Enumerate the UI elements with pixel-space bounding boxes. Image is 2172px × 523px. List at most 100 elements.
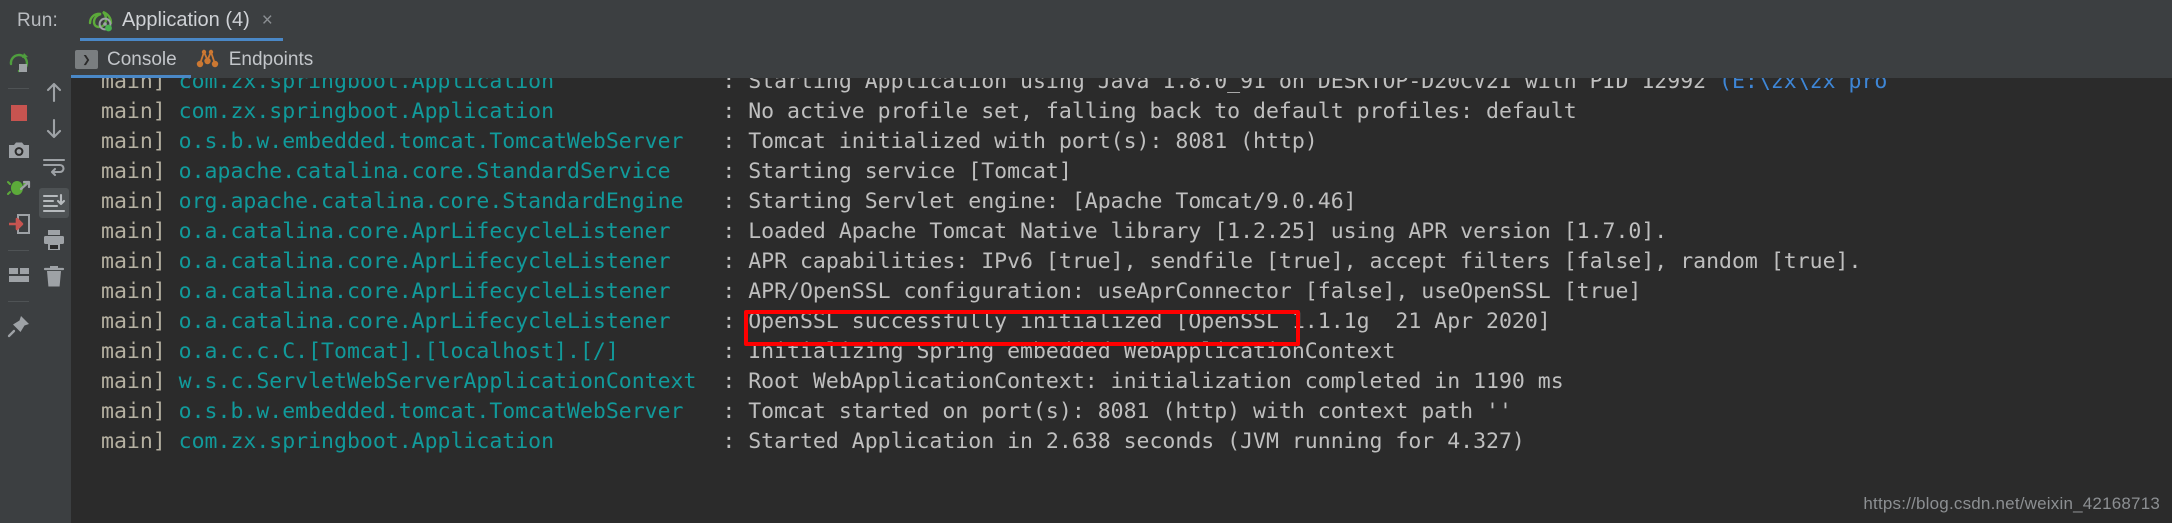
log-thread: main] bbox=[101, 279, 179, 304]
log-line: main] w.s.c.ServletWebServerApplicationC… bbox=[71, 367, 2172, 397]
console-actions-toolbar bbox=[37, 69, 71, 523]
log-thread: main] bbox=[101, 189, 179, 214]
soft-wrap-button[interactable] bbox=[39, 151, 69, 181]
log-message: : Initializing Spring embedded WebApplic… bbox=[722, 339, 1396, 364]
close-icon[interactable]: × bbox=[262, 11, 273, 30]
log-file-path[interactable]: (E:\zx\zx pro bbox=[1719, 78, 1887, 94]
log-thread: main] bbox=[101, 78, 179, 94]
run-actions-toolbar bbox=[0, 41, 37, 523]
log-line: main] o.s.b.w.embedded.tomcat.TomcatWebS… bbox=[71, 397, 2172, 427]
log-logger: o.a.catalina.core.AprLifecycleListener bbox=[178, 309, 723, 334]
rerun-arrow-icon bbox=[9, 53, 28, 73]
toolbar-divider bbox=[8, 88, 29, 89]
console-tab-strip: ❯ Console Endpoints bbox=[71, 41, 2172, 78]
log-message: : APR capabilities: IPv6 [true], sendfil… bbox=[722, 249, 1862, 274]
log-line: main] o.a.catalina.core.AprLifecycleList… bbox=[71, 247, 2172, 277]
tab-endpoints-label: Endpoints bbox=[228, 48, 314, 70]
camera-icon bbox=[8, 142, 29, 158]
log-thread: main] bbox=[101, 339, 179, 364]
log-logger: com.zx.springboot.Application bbox=[178, 429, 723, 454]
log-thread: main] bbox=[101, 429, 179, 454]
tab-console-label: Console bbox=[107, 48, 177, 70]
log-logger: o.apache.catalina.core.StandardService bbox=[178, 159, 723, 184]
log-line: main] o.a.catalina.core.AprLifecycleList… bbox=[71, 307, 2172, 337]
log-message: : Tomcat initialized with port(s): 8081 … bbox=[722, 129, 1318, 154]
log-thread: main] bbox=[101, 219, 179, 244]
log-line: main] com.zx.springboot.Application : No… bbox=[71, 97, 2172, 127]
log-logger: o.a.catalina.core.AprLifecycleListener bbox=[178, 219, 723, 244]
soft-wrap-icon bbox=[42, 158, 66, 177]
log-message: : No active profile set, falling back to… bbox=[722, 99, 1577, 124]
log-message: : Started Application in 2.638 seconds (… bbox=[722, 429, 1525, 454]
log-message: : Tomcat started on port(s): 8081 (http)… bbox=[722, 399, 1512, 424]
log-thread: main] bbox=[101, 309, 179, 334]
watermark: https://blog.csdn.net/weixin_42168713 bbox=[1863, 494, 2160, 513]
toolbar-divider-2 bbox=[8, 250, 29, 251]
log-line: main] o.a.catalina.core.AprLifecycleList… bbox=[71, 217, 2172, 247]
log-thread: main] bbox=[101, 369, 179, 394]
run-tool-window: Run: Application (4) × ❯ Console Endpoin… bbox=[0, 0, 2172, 523]
log-logger: w.s.c.ServletWebServerApplicationContext bbox=[178, 369, 723, 394]
log-thread: main] bbox=[101, 129, 179, 154]
tab-endpoints[interactable]: Endpoints bbox=[191, 41, 328, 78]
scroll-to-end-icon bbox=[42, 193, 66, 213]
console-icon: ❯ bbox=[75, 50, 98, 69]
run-tab-label: Application (4) bbox=[121, 9, 250, 31]
arrow-down-icon bbox=[46, 118, 62, 139]
log-logger: o.s.b.w.embedded.tomcat.TomcatWebServer bbox=[178, 129, 723, 154]
layout-button[interactable] bbox=[4, 260, 34, 290]
scroll-up-button[interactable] bbox=[39, 77, 69, 107]
log-message: : Loaded Apache Tomcat Native library [1… bbox=[722, 219, 1668, 244]
scroll-to-end-button[interactable] bbox=[39, 188, 69, 218]
arrow-up-icon bbox=[46, 82, 62, 103]
pin-button[interactable] bbox=[4, 311, 34, 341]
log-logger: org.apache.catalina.core.StandardEngine bbox=[178, 189, 723, 214]
log-message: : OpenSSL successfully initialized [Open… bbox=[722, 309, 1551, 334]
log-thread: main] bbox=[101, 249, 179, 274]
console-output[interactable]: main] com.zx.springboot.Application : St… bbox=[71, 78, 2172, 523]
log-message: : APR/OpenSSL configuration: useAprConne… bbox=[722, 279, 1642, 304]
exit-arrow-icon bbox=[8, 214, 30, 234]
log-thread: main] bbox=[101, 99, 179, 124]
log-logger: o.a.c.c.C.[Tomcat].[localhost].[/] bbox=[178, 339, 723, 364]
printer-icon bbox=[44, 230, 64, 250]
log-message: : Starting service [Tomcat] bbox=[722, 159, 1072, 184]
debug-button[interactable] bbox=[4, 172, 34, 202]
log-logger: com.zx.springboot.Application bbox=[178, 78, 723, 94]
log-line: main] o.s.b.w.embedded.tomcat.TomcatWebS… bbox=[71, 127, 2172, 157]
log-line: main] org.apache.catalina.core.StandardE… bbox=[71, 187, 2172, 217]
layout-icon bbox=[8, 268, 29, 282]
run-label: Run: bbox=[17, 9, 58, 31]
trash-icon bbox=[43, 266, 65, 287]
tab-console[interactable]: ❯ Console bbox=[71, 41, 191, 78]
rerun-button[interactable] bbox=[4, 47, 34, 77]
log-logger: o.s.b.w.embedded.tomcat.TomcatWebServer bbox=[178, 399, 723, 424]
log-message: : Starting Application using Java 1.8.0_… bbox=[722, 78, 1720, 94]
stop-square-icon bbox=[10, 105, 27, 121]
spring-leaf-icon bbox=[88, 10, 113, 32]
log-line: main] com.zx.springboot.Application : St… bbox=[71, 78, 2172, 97]
log-line: main] o.apache.catalina.core.StandardSer… bbox=[71, 157, 2172, 187]
log-line: main] o.a.c.c.C.[Tomcat].[localhost].[/]… bbox=[71, 337, 2172, 367]
log-thread: main] bbox=[101, 399, 179, 424]
log-message: : Root WebApplicationContext: initializa… bbox=[722, 369, 1564, 394]
bug-icon bbox=[6, 180, 30, 195]
run-tab-application[interactable]: Application (4) × bbox=[79, 0, 283, 41]
exit-button[interactable] bbox=[4, 209, 34, 239]
scroll-down-button[interactable] bbox=[39, 114, 69, 144]
log-logger: com.zx.springboot.Application bbox=[178, 99, 723, 124]
log-logger: o.a.catalina.core.AprLifecycleListener bbox=[178, 279, 723, 304]
endpoints-icon bbox=[195, 47, 220, 73]
clear-all-button[interactable] bbox=[39, 262, 69, 292]
log-line-list: main] com.zx.springboot.Application : St… bbox=[71, 78, 2172, 457]
log-line: main] o.a.catalina.core.AprLifecycleList… bbox=[71, 277, 2172, 307]
screenshot-button[interactable] bbox=[4, 135, 34, 165]
toolbar-divider-3 bbox=[8, 301, 29, 302]
print-button[interactable] bbox=[39, 225, 69, 255]
pin-icon bbox=[7, 316, 29, 338]
log-message: : Starting Servlet engine: [Apache Tomca… bbox=[722, 189, 1357, 214]
log-thread: main] bbox=[101, 159, 179, 184]
log-logger: o.a.catalina.core.AprLifecycleListener bbox=[178, 249, 723, 274]
stop-button[interactable] bbox=[4, 98, 34, 128]
log-line: main] com.zx.springboot.Application : St… bbox=[71, 427, 2172, 457]
